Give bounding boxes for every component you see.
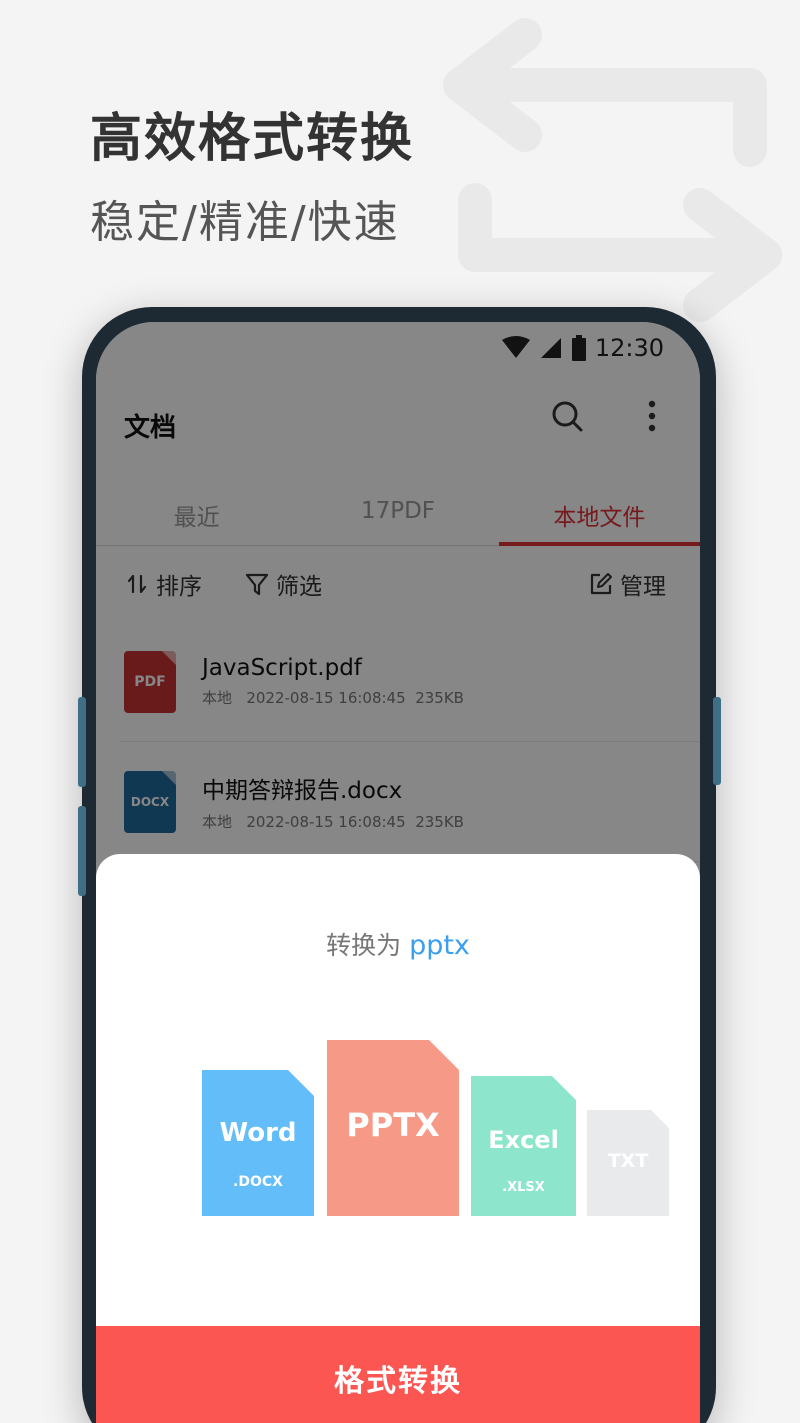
phone-screen: 12:30 文档 最近 17PDF 本地文件 排序 筛选 管理 PDF Java… — [96, 322, 700, 1423]
power-button — [713, 697, 721, 785]
target-format: pptx — [409, 930, 470, 961]
volume-down-button — [78, 806, 86, 896]
swap-arrows-decoration-icon — [443, 18, 782, 322]
promo-subline: 稳定/精准/快速 — [90, 197, 400, 248]
excel-format-icon[interactable]: Excel .XLSX — [471, 1076, 576, 1216]
pptx-format-icon[interactable]: PPTX — [327, 1040, 459, 1216]
txt-format-icon[interactable]: TXT — [587, 1110, 669, 1216]
word-format-icon[interactable]: Word .DOCX — [202, 1070, 314, 1216]
convert-bottom-sheet: 转换为 pptx Word .DOCX PPTX Excel .XLSX TXT… — [96, 854, 700, 1423]
convert-button[interactable]: 格式转换 — [96, 1326, 700, 1423]
convert-target-label: 转换为 pptx — [326, 930, 470, 961]
promo-headline: 高效格式转换 — [90, 109, 415, 169]
volume-up-button — [78, 697, 86, 787]
